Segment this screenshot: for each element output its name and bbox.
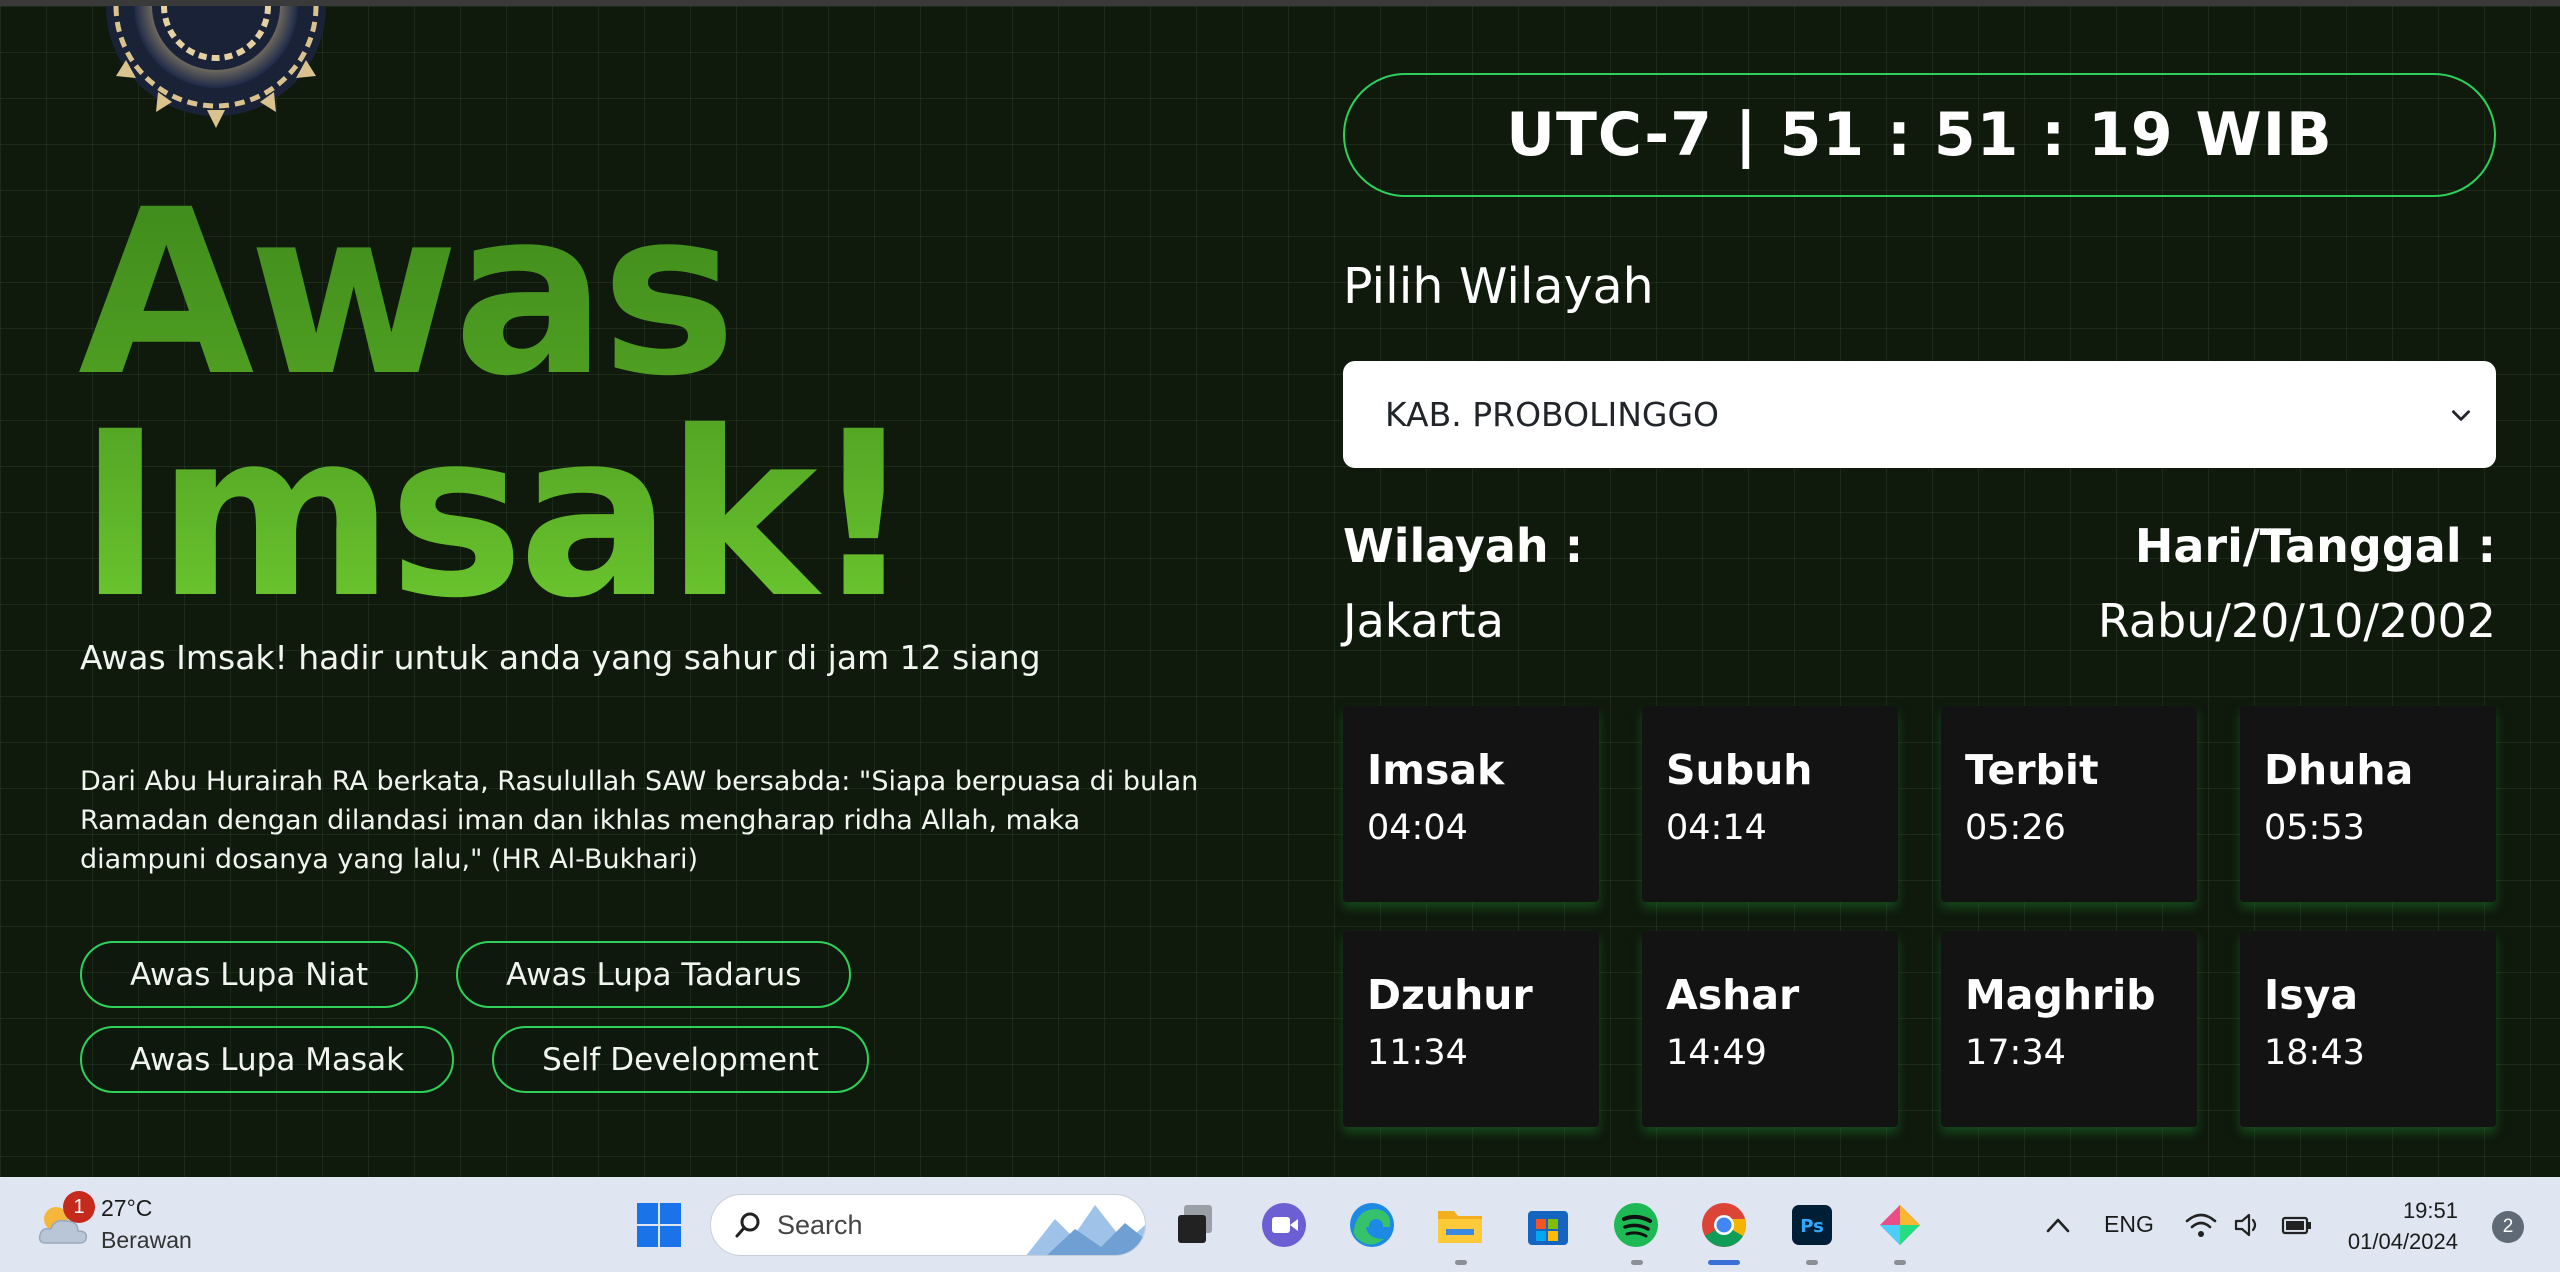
- taskbar-clock[interactable]: 19:51 01/04/2024: [2348, 1195, 2458, 1257]
- hero-line-2: Imsak!: [78, 382, 910, 648]
- prayer-card-terbit: Terbit 05:26: [1941, 706, 2197, 902]
- date-value: Rabu/20/10/2002: [2097, 594, 2496, 648]
- notification-count-badge[interactable]: 2: [2492, 1211, 2524, 1243]
- prayer-card-subuh: Subuh 04:14: [1642, 706, 1898, 902]
- file-explorer-running-indicator: [1455, 1260, 1467, 1265]
- region-select-label: Pilih Wilayah: [1343, 258, 1654, 315]
- prayer-name: Imsak: [1367, 746, 1505, 794]
- web-page: Awas Imsak! Awas Imsak! hadir untuk anda…: [0, 0, 2560, 1177]
- svg-text:Ps: Ps: [1800, 1216, 1824, 1237]
- location-value: Jakarta: [1343, 594, 1504, 648]
- weather-widget[interactable]: 1 27°C Berawan: [36, 1191, 236, 1257]
- feature-buttons: Awas Lupa Niat Awas Lupa Tadarus Awas Lu…: [80, 941, 1240, 1093]
- prayer-name: Isya: [2264, 971, 2359, 1019]
- microsoft-store-icon[interactable]: [1522, 1199, 1574, 1251]
- taskbar-search-box[interactable]: Search: [710, 1194, 1146, 1256]
- hero-title: Awas Imsak!: [78, 182, 1178, 626]
- location-label: Wilayah :: [1343, 519, 1584, 573]
- hadith-quote: Dari Abu Hurairah RA berkata, Rasulullah…: [80, 766, 1199, 875]
- search-placeholder: Search: [777, 1209, 863, 1240]
- edge-icon[interactable]: [1346, 1199, 1398, 1251]
- self-development-button[interactable]: Self Development: [492, 1026, 869, 1093]
- weather-alert-badge: 1: [63, 1191, 95, 1223]
- region-select-value: KAB. PROBOLINGGO: [1385, 395, 1720, 434]
- prayer-card-isya: Isya 18:43: [2240, 931, 2496, 1127]
- prayer-name: Dhuha: [2264, 746, 2414, 794]
- awas-lupa-tadarus-button[interactable]: Awas Lupa Tadarus: [456, 941, 852, 1008]
- prayer-name: Dzuhur: [1367, 971, 1533, 1019]
- prayer-card-maghrib: Maghrib 17:34: [1941, 931, 2197, 1127]
- taskbar-date: 01/04/2024: [2347, 1229, 2458, 1254]
- spotify-icon[interactable]: [1610, 1199, 1662, 1251]
- prayer-time: 11:34: [1367, 1033, 1468, 1073]
- photoshop-icon[interactable]: Ps: [1786, 1199, 1838, 1251]
- tagline: Awas Imsak! hadir untuk anda yang sahur …: [80, 638, 1041, 677]
- language-indicator[interactable]: ENG: [2104, 1177, 2154, 1272]
- prayer-time: 05:26: [1965, 808, 2066, 848]
- prayer-time: 04:14: [1666, 808, 1767, 848]
- windows-start-icon[interactable]: [633, 1199, 685, 1251]
- app-icon[interactable]: [1874, 1199, 1926, 1251]
- prayer-times-grid: Imsak 04:04 Subuh 04:14 Terbit 05:26 Dhuha 0…: [1343, 706, 2496, 1127]
- prayer-time: 18:43: [2264, 1033, 2365, 1073]
- photoshop-running-indicator: [1806, 1260, 1818, 1265]
- live-clock: UTC-7 | 51 : 51 : 19 WIB: [1343, 73, 2496, 197]
- date-label: Hari/Tanggal :: [2134, 519, 2496, 573]
- prayer-time: 05:53: [2264, 808, 2365, 848]
- chevron-down-icon: [2452, 409, 2470, 421]
- search-highlight-image: [1026, 1205, 1145, 1255]
- prayer-name: Subuh: [1666, 746, 1813, 794]
- prayer-name: Maghrib: [1965, 971, 2156, 1019]
- taskbar-time: 19:51: [2402, 1198, 2458, 1223]
- wifi-icon[interactable]: [2184, 1209, 2218, 1241]
- hero-line-1: Awas: [78, 160, 731, 426]
- file-explorer-icon[interactable]: [1434, 1199, 1486, 1251]
- awas-lupa-masak-button[interactable]: Awas Lupa Masak: [80, 1026, 455, 1093]
- prayer-name: Ashar: [1666, 971, 1800, 1019]
- prayer-time: 14:49: [1666, 1033, 1767, 1073]
- app-running-indicator: [1894, 1260, 1906, 1265]
- volume-icon[interactable]: [2232, 1209, 2264, 1241]
- awas-lupa-niat-button[interactable]: Awas Lupa Niat: [80, 941, 419, 1008]
- chrome-icon[interactable]: [1698, 1199, 1750, 1251]
- chevron-up-icon[interactable]: [2040, 1207, 2076, 1243]
- prayer-card-ashar: Ashar 14:49: [1642, 931, 1898, 1127]
- prayer-time: 17:34: [1965, 1033, 2066, 1073]
- prayer-name: Terbit: [1965, 746, 2099, 794]
- search-icon: [735, 1212, 760, 1238]
- mandala-ornament-icon: [106, 6, 326, 128]
- meet-icon[interactable]: [1258, 1199, 1310, 1251]
- prayer-time: 04:04: [1367, 808, 1468, 848]
- weather-condition: Berawan: [101, 1227, 192, 1253]
- taskbar: 1 27°C Berawan Search Ps ENG 19:51 01/04…: [0, 1177, 2560, 1272]
- weather-temperature: 27°C: [101, 1195, 153, 1221]
- region-select[interactable]: KAB. PROBOLINGGO: [1343, 361, 2496, 468]
- chrome-active-indicator: [1708, 1260, 1740, 1265]
- task-view-icon[interactable]: [1170, 1199, 1222, 1251]
- battery-icon[interactable]: [2280, 1209, 2314, 1241]
- prayer-card-imsak: Imsak 04:04: [1343, 706, 1599, 902]
- spotify-running-indicator: [1631, 1260, 1643, 1265]
- prayer-card-dzuhur: Dzuhur 11:34: [1343, 931, 1599, 1127]
- prayer-card-dhuha: Dhuha 05:53: [2240, 706, 2496, 902]
